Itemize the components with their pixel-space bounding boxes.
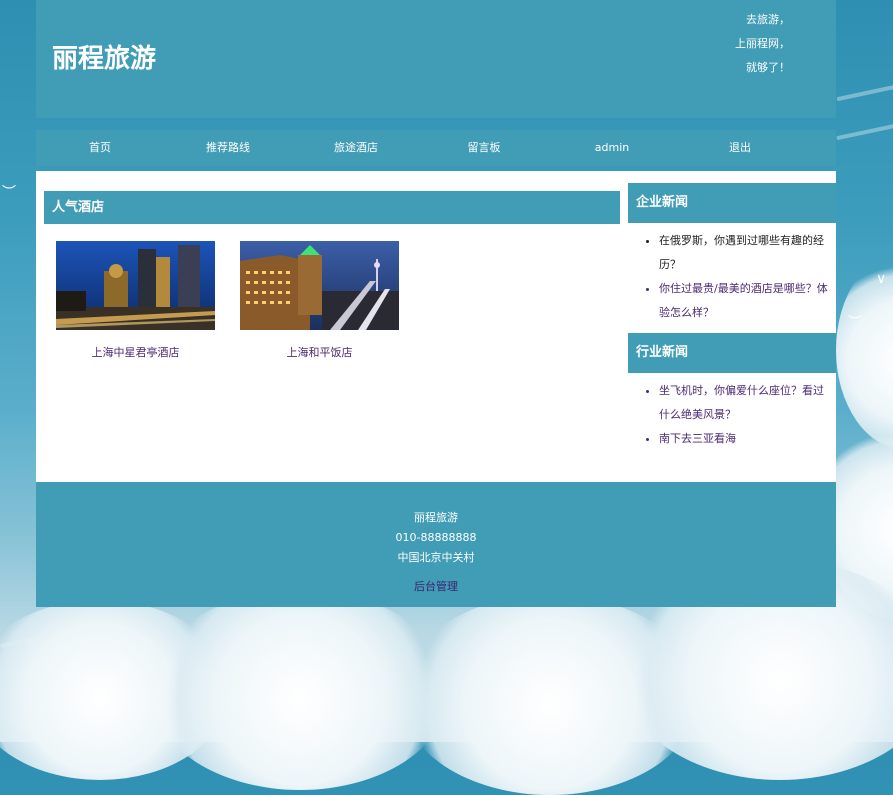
company-news-header: 企业新闻	[628, 183, 836, 223]
hotel-card: 上海中星君亭酒店	[56, 241, 215, 360]
news-item[interactable]: 你住过最贵/最美的酒店是哪些？体验怎么样？	[659, 277, 836, 325]
site-footer: 丽程旅游 010-88888888 中国北京中关村 后台管理	[36, 482, 836, 607]
admin-link[interactable]: 后台管理	[36, 578, 836, 594]
slogan-line: 就够了！	[746, 61, 790, 74]
footer-phone: 010-88888888	[395, 531, 477, 544]
bird-icon: ︶	[848, 315, 862, 331]
news-item[interactable]: 在俄罗斯，你遇到过哪些有趣的经历？	[659, 229, 836, 277]
hotel-name-link[interactable]: 上海和平饭店	[240, 344, 399, 360]
nav-message-board[interactable]: 留言板	[420, 130, 548, 166]
hot-hotels-header: 人气酒店	[44, 191, 620, 224]
nav-recommended-routes[interactable]: 推荐路线	[164, 130, 292, 166]
main-nav: 首页 推荐路线 旅途酒店 留言板 admin 退出	[36, 130, 836, 166]
section-title: 企业新闻	[636, 195, 689, 210]
sidebar: 企业新闻 在俄罗斯，你遇到过哪些有趣的经历？ 你住过最贵/最美的酒店是哪些？体验…	[628, 183, 836, 459]
company-news-list: 在俄罗斯，你遇到过哪些有趣的经历？ 你住过最贵/最美的酒店是哪些？体验怎么样？	[628, 223, 836, 333]
news-item[interactable]: 坐飞机时，你偏爱什么座位？看过什么绝美风景？	[659, 379, 836, 427]
page-container: 丽程旅游 去旅游， 上丽程网， 就够了！ 首页 推荐路线 旅途酒店 留言板 ad…	[36, 0, 836, 607]
slogan: 去旅游， 上丽程网， 就够了！	[735, 8, 790, 80]
nav-logout[interactable]: 退出	[676, 130, 804, 166]
hotel-name-link[interactable]: 上海中星君亭酒店	[56, 344, 215, 360]
nav-user-admin[interactable]: admin	[548, 130, 676, 166]
slogan-line: 去旅游，	[746, 13, 790, 26]
industry-news-header: 行业新闻	[628, 333, 836, 373]
hotel-photo[interactable]	[240, 241, 399, 330]
site-logo[interactable]: 丽程旅游	[52, 38, 156, 75]
industry-news-list: 坐飞机时，你偏爱什么座位？看过什么绝美风景？ 南下去三亚看海	[628, 373, 836, 459]
footer-address: 中国北京中关村	[397, 551, 475, 564]
hotel-photo[interactable]	[56, 241, 215, 330]
main-content: 人气酒店 上海中星君亭酒店 上海和平饭店 企业新闻 • 在俄罗斯，你遇到过哪些有…	[36, 171, 836, 482]
bird-icon: ︶	[2, 185, 16, 201]
bird-icon: ∨	[876, 271, 887, 287]
slogan-line: 上丽程网，	[735, 37, 790, 50]
nav-hotels[interactable]: 旅途酒店	[292, 130, 420, 166]
footer-company-name: 丽程旅游	[414, 511, 458, 524]
hotel-card: 上海和平饭店	[240, 241, 399, 360]
nav-home[interactable]: 首页	[36, 130, 164, 166]
site-header: 丽程旅游 去旅游， 上丽程网， 就够了！	[36, 0, 836, 118]
section-title: 人气酒店	[52, 200, 105, 215]
news-item[interactable]: 南下去三亚看海	[659, 427, 836, 451]
section-title: 行业新闻	[636, 345, 689, 360]
